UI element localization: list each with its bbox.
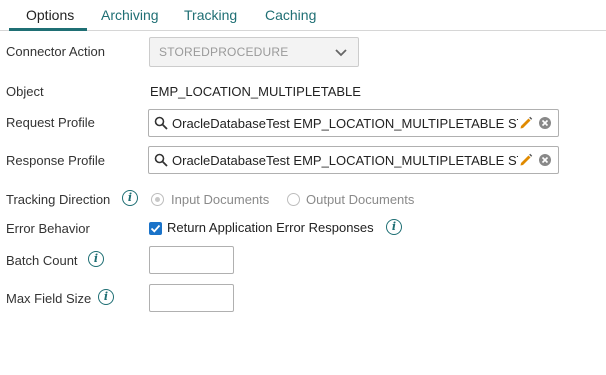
- radio-output-documents-label: Output Documents: [306, 192, 415, 207]
- connector-action-select[interactable]: STOREDPROCEDURE: [149, 37, 359, 67]
- info-icon[interactable]: i: [386, 219, 402, 235]
- clear-icon[interactable]: [538, 153, 552, 167]
- request-profile-field[interactable]: OracleDatabaseTest EMP_LOCATION_MULTIPLE…: [148, 109, 559, 137]
- pencil-icon[interactable]: [519, 116, 533, 130]
- active-tab-indicator: [9, 28, 87, 31]
- tracking-direction-label: Tracking Direction: [6, 192, 111, 207]
- tab-caching[interactable]: Caching: [265, 7, 316, 23]
- batch-count-label: Batch Count: [6, 253, 78, 268]
- max-field-size-label: Max Field Size: [6, 291, 92, 306]
- tab-bar: Options Archiving Tracking Caching: [0, 0, 606, 31]
- object-label: Object: [6, 84, 44, 99]
- radio-input-documents[interactable]: [151, 193, 164, 206]
- info-icon[interactable]: i: [98, 289, 114, 305]
- connector-action-label: Connector Action: [6, 44, 106, 59]
- info-icon[interactable]: i: [122, 190, 138, 206]
- response-profile-label: Response Profile: [6, 153, 105, 168]
- return-errors-label: Return Application Error Responses: [167, 220, 374, 235]
- object-value: EMP_LOCATION_MULTIPLETABLE: [150, 84, 361, 99]
- clear-icon[interactable]: [538, 116, 552, 130]
- pencil-icon[interactable]: [519, 153, 533, 167]
- return-errors-checkbox[interactable]: [149, 222, 162, 235]
- request-profile-value: OracleDatabaseTest EMP_LOCATION_MULTIPLE…: [172, 116, 518, 131]
- checkmark-icon: [150, 224, 161, 233]
- tab-tracking[interactable]: Tracking: [184, 7, 237, 23]
- tab-options[interactable]: Options: [26, 7, 74, 23]
- response-profile-field[interactable]: OracleDatabaseTest EMP_LOCATION_MULTIPLE…: [148, 146, 559, 174]
- connector-action-value: STOREDPROCEDURE: [159, 45, 289, 59]
- batch-count-input[interactable]: [149, 246, 234, 274]
- radio-input-documents-label: Input Documents: [171, 192, 270, 207]
- tab-archiving[interactable]: Archiving: [101, 7, 159, 23]
- radio-output-documents[interactable]: [287, 193, 300, 206]
- request-profile-label: Request Profile: [6, 115, 95, 130]
- search-icon[interactable]: [154, 153, 168, 167]
- max-field-size-input[interactable]: [149, 284, 234, 312]
- response-profile-value: OracleDatabaseTest EMP_LOCATION_MULTIPLE…: [172, 153, 518, 168]
- info-icon[interactable]: i: [88, 251, 104, 267]
- search-icon[interactable]: [154, 116, 168, 130]
- error-behavior-label: Error Behavior: [6, 221, 90, 236]
- chevron-down-icon: [335, 49, 347, 57]
